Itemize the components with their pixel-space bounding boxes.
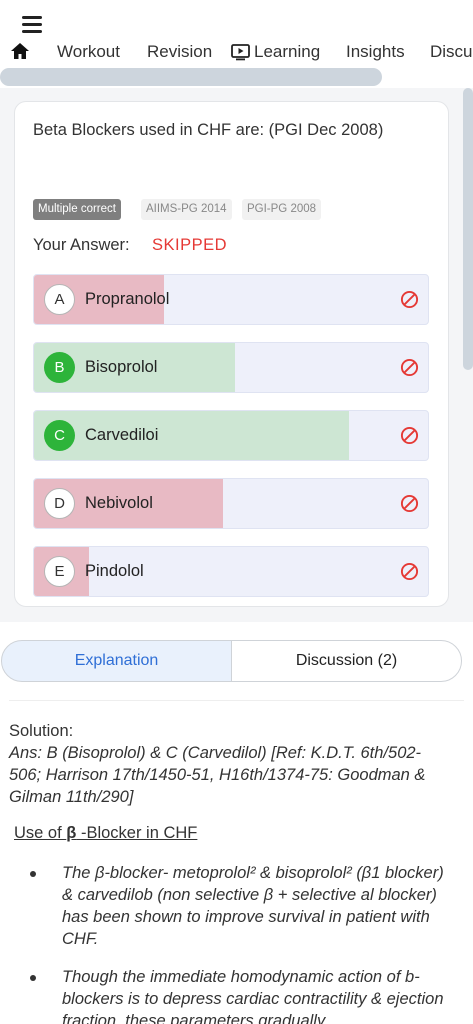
play-video-icon <box>231 44 250 61</box>
solution-answer: Ans: B (Bisoprolol) & C (Carvedilol) [Re… <box>9 744 426 806</box>
not-answered-icon <box>400 562 419 581</box>
not-answered-icon <box>400 358 419 377</box>
option-e[interactable]: E Pindolol <box>33 546 429 597</box>
not-answered-icon <box>400 290 419 309</box>
option-label: Propranolol <box>85 290 170 308</box>
option-label: Pindolol <box>85 562 144 580</box>
tab-discussion[interactable]: Discu <box>430 38 473 68</box>
top-bar: Workout Revision Learning Insights Discu <box>0 0 473 88</box>
vertical-scrollbar[interactable] <box>463 88 473 370</box>
tag-source-aiims: AIIMS-PG 2014 <box>141 199 232 220</box>
option-c[interactable]: C Carvediloi <box>33 410 429 461</box>
option-letter: A <box>44 284 75 315</box>
your-answer-label: Your Answer: <box>33 236 130 254</box>
solution-label: Solution: <box>9 722 74 740</box>
option-letter: B <box>44 352 75 383</box>
your-answer-status: SKIPPED <box>152 236 228 254</box>
tab-workout[interactable]: Workout <box>57 38 120 68</box>
option-b[interactable]: B Bisoprolol <box>33 342 429 393</box>
divider <box>9 700 464 701</box>
bullet-icon <box>30 975 36 981</box>
not-answered-icon <box>400 494 419 513</box>
option-letter: D <box>44 488 75 519</box>
option-label: Nebivolol <box>85 494 153 512</box>
home-icon[interactable] <box>10 42 30 60</box>
option-a[interactable]: A Propranolol <box>33 274 429 325</box>
response-share-bar <box>34 411 350 460</box>
tab-insights[interactable]: Insights <box>346 38 405 68</box>
horizontal-scrollbar[interactable] <box>0 68 382 86</box>
question-text: Beta Blockers used in CHF are: (PGI Dec … <box>33 121 384 139</box>
section-heading: Use of β -Blocker in CHF <box>14 824 198 842</box>
option-letter: E <box>44 556 75 587</box>
explanation-bullet: Though the immediate homodynamic action … <box>62 968 444 1024</box>
tab-revision[interactable]: Revision <box>147 38 212 68</box>
option-d[interactable]: D Nebivolol <box>33 478 429 529</box>
option-letter: C <box>44 420 75 451</box>
explanation-bullet: The β-blocker- metoprolol² & bisoprolol²… <box>62 864 444 948</box>
option-label: Carvediloi <box>85 426 159 444</box>
tab-discussion-count[interactable]: Discussion (2) <box>231 640 462 682</box>
tab-learning[interactable]: Learning <box>254 38 320 68</box>
tag-source-pgi: PGI-PG 2008 <box>242 199 322 220</box>
tab-explanation[interactable]: Explanation <box>1 640 232 682</box>
tag-question-type: Multiple correct <box>33 199 121 220</box>
not-answered-icon <box>400 426 419 445</box>
option-label: Bisoprolol <box>85 358 158 376</box>
bullet-icon <box>30 871 36 877</box>
menu-icon[interactable] <box>22 16 42 33</box>
